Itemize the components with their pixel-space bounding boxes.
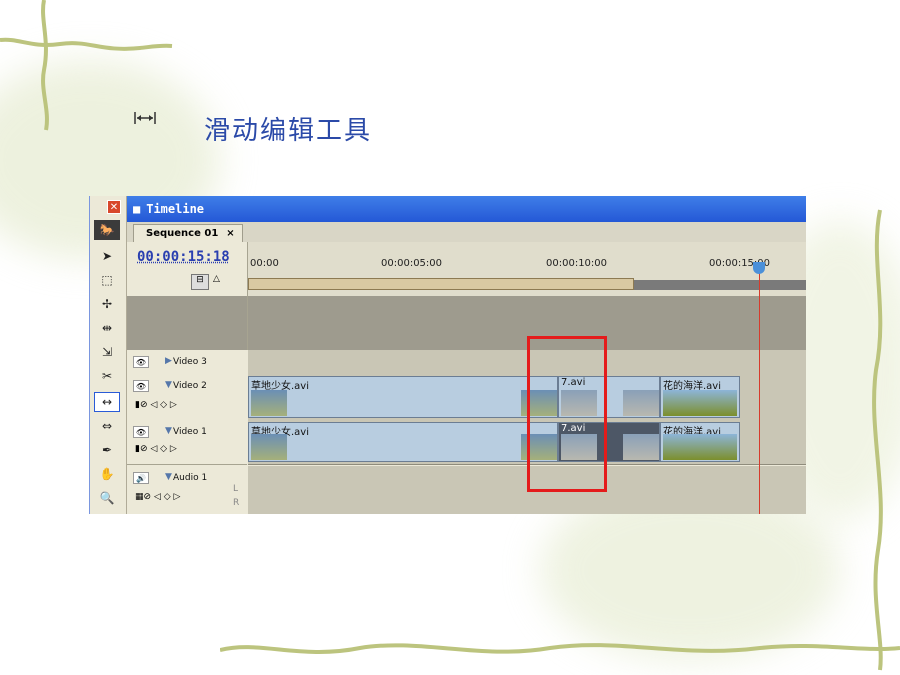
close-icon[interactable]: ✕ <box>107 200 121 214</box>
tab-label: Sequence 01 <box>146 228 219 239</box>
keyframe-controls-icon[interactable]: ▮⊘ ◁ ◇ ▷ <box>135 444 177 454</box>
marker-button[interactable]: △ <box>213 274 225 288</box>
slip-tool-icon[interactable]: ↔ <box>94 392 120 412</box>
timeline-screenshot: ✕ 🐎 ➤ ⬚ ✢ ⇹ ⇲ ✂ ↔ ⇔ ✒ ✋ 🔍 ■ Timeline Seq… <box>89 196 806 514</box>
work-area-bar[interactable] <box>248 278 634 290</box>
collapse-arrow-icon[interactable]: ▶ <box>165 356 172 366</box>
speaker-icon[interactable]: 🔊 <box>133 472 149 484</box>
vine-decoration-bottom <box>220 643 900 654</box>
hand-tool-icon[interactable]: ✋ <box>94 464 120 484</box>
clip[interactable]: 花的海洋.avi <box>660 422 740 462</box>
razor-tool-icon[interactable]: ✂ <box>94 366 120 386</box>
window-title: Timeline <box>146 202 205 216</box>
timeline-window-icon: ■ <box>133 202 141 216</box>
ruler-unused-area <box>634 280 806 290</box>
expand-arrow-icon[interactable]: ▼ <box>165 380 172 390</box>
playhead-handle[interactable] <box>753 262 765 274</box>
current-timecode[interactable]: 00:00:15:18 <box>137 249 230 265</box>
track-name: Video 3 <box>173 357 207 367</box>
window-titlebar: ■ Timeline <box>127 196 806 222</box>
tab-bar: Sequence 01 × <box>127 222 806 243</box>
clip-thumbnail <box>623 390 659 416</box>
track-header-video-1: 👁 ▼ Video 1 ▮⊘ ◁ ◇ ▷ <box>127 420 247 465</box>
channel-label: L <box>233 484 239 494</box>
snap-button[interactable]: ⊟ <box>191 274 209 290</box>
tool-logo-icon: 🐎 <box>94 220 120 240</box>
clip-thumbnail <box>251 434 287 460</box>
track-name: Video 2 <box>173 381 207 391</box>
clip-thumbnail <box>663 390 737 416</box>
vine-decoration-right <box>872 209 883 671</box>
keyframe-controls-icon[interactable]: ▦⊘ ◁ ◇ ▷ <box>135 492 180 502</box>
zoom-tool-icon[interactable]: 🔍 <box>94 488 120 508</box>
ripple-edit-tool-icon[interactable]: ✢ <box>94 294 120 314</box>
eye-icon[interactable]: 👁 <box>133 356 149 368</box>
playhead-line[interactable] <box>759 262 760 514</box>
empty-header-area <box>127 296 247 350</box>
clip[interactable]: 草地少女.avi <box>248 376 558 418</box>
selection-tool-icon[interactable]: ➤ <box>94 246 120 266</box>
track-header-audio-1: 🔊 ▼ Audio 1 ▦⊘ ◁ ◇ ▷ L R <box>127 466 247 514</box>
eye-icon[interactable]: 👁 <box>133 380 149 392</box>
ruler-label: 00:00:10:00 <box>546 258 608 269</box>
ruler-label: 00:00 <box>250 258 279 269</box>
tab-close-icon[interactable]: × <box>226 228 234 239</box>
clip-thumbnail <box>251 390 287 416</box>
expand-arrow-icon[interactable]: ▼ <box>165 472 172 482</box>
track-header-video-2: 👁 ▼ Video 2 ▮⊘ ◁ ◇ ▷ <box>127 374 247 421</box>
rolling-edit-tool-icon[interactable]: ⇹ <box>94 318 120 338</box>
highlight-box <box>527 336 607 492</box>
ruler-label: 00:00:05:00 <box>381 258 443 269</box>
clip[interactable]: 花的海洋.avi <box>660 376 740 418</box>
track-select-tool-icon[interactable]: ⬚ <box>94 270 120 290</box>
track-name: Video 1 <box>173 427 207 437</box>
tab-sequence-01[interactable]: Sequence 01 × <box>133 224 243 242</box>
slide-tool-icon[interactable]: ⇔ <box>94 416 120 436</box>
clip-thumbnail <box>623 434 659 460</box>
expand-arrow-icon[interactable]: ▼ <box>165 426 172 436</box>
track-name: Audio 1 <box>173 473 208 483</box>
eye-icon[interactable]: 👁 <box>133 426 149 438</box>
channel-label: R <box>233 498 240 508</box>
keyframe-controls-icon[interactable]: ▮⊘ ◁ ◇ ▷ <box>135 400 177 410</box>
clip[interactable]: 草地少女.avi <box>248 422 558 462</box>
tools-panel: ✕ 🐎 ➤ ⬚ ✢ ⇹ ⇲ ✂ ↔ ⇔ ✒ ✋ 🔍 <box>90 196 127 514</box>
pen-tool-icon[interactable]: ✒ <box>94 440 120 460</box>
clip-thumbnail <box>663 434 737 460</box>
slide-title: 滑动编辑工具 <box>204 116 373 146</box>
track-header-video-3: 👁 ▶ Video 3 <box>127 350 247 375</box>
rate-stretch-tool-icon[interactable]: ⇲ <box>94 342 120 362</box>
slip-tool-icon <box>134 112 156 124</box>
